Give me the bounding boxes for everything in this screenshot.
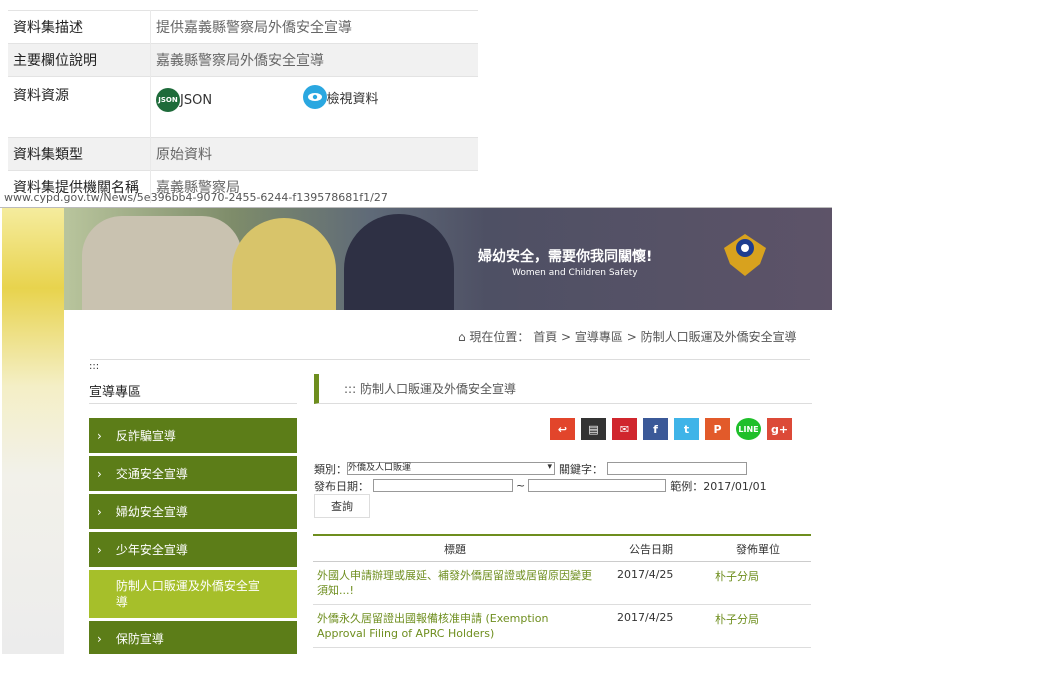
googleplus-icon[interactable]: g+ xyxy=(767,418,792,440)
plurk-icon[interactable]: P xyxy=(705,418,730,440)
news-title-link[interactable]: 外國人申請辦理或展延、補發外僑居留證或居留原因變更須知...! xyxy=(313,562,597,604)
banner-title: 婦幼安全，需要你我同關懷! xyxy=(478,249,653,265)
breadcrumb: ⌂ 現在位置： 首頁 > 宣導專區 > 防制人口販運及外僑安全宣導 xyxy=(458,330,797,344)
json-resource-link[interactable]: JSON JSON xyxy=(156,88,212,112)
meta-value: 嘉義縣警察局外僑安全宣導 xyxy=(150,43,478,77)
twitter-icon[interactable]: t xyxy=(674,418,699,440)
sidebar-item-women-children[interactable]: › 婦幼安全宣導 xyxy=(89,494,297,529)
chevron-right-icon: › xyxy=(97,631,102,646)
date-example: 範例：2017/01/01 xyxy=(670,479,767,493)
meta-value: 原始資料 xyxy=(150,137,478,171)
back-icon[interactable]: ↩ xyxy=(550,418,575,440)
site-banner: 婦幼安全，需要你我同關懷! Women and Children Safety xyxy=(64,208,832,310)
facebook-icon[interactable]: f xyxy=(643,418,668,440)
date-label: 發布日期： xyxy=(314,479,369,493)
meta-row: 資料集類型 原始資料 xyxy=(8,137,478,171)
meta-value: 提供嘉義縣警察局外僑安全宣導 xyxy=(150,10,478,44)
page-title: ::: 防制人口販運及外僑安全宣導 xyxy=(314,374,812,404)
column-header-date[interactable]: 公告日期 xyxy=(597,541,705,557)
police-emblem-icon xyxy=(724,234,766,276)
meta-row: 資料資源 JSON JSON 檢視資料 xyxy=(8,76,478,138)
news-unit: 朴子分局 xyxy=(715,613,759,626)
view-data-label: 檢視資料 xyxy=(326,91,379,107)
chevron-right-icon: › xyxy=(97,504,102,519)
dataset-meta-table: 資料集描述 提供嘉義縣警察局外僑安全宣導 主要欄位說明 嘉義縣警察局外僑安全宣導… xyxy=(8,10,478,203)
sidebar-item-label: 少年安全宣導 xyxy=(115,543,188,557)
meta-key: 主要欄位說明 xyxy=(8,43,151,77)
eye-icon xyxy=(302,85,327,109)
banner-photo-officer xyxy=(82,216,242,310)
search-button[interactable]: 查詢 xyxy=(314,494,370,518)
banner-photo-child xyxy=(232,218,336,310)
sidebar-item-label: 防制人口販運及外僑安全宣導 xyxy=(115,579,260,609)
meta-key: 資料資源 xyxy=(8,76,151,138)
chevron-right-icon: › xyxy=(97,428,102,443)
page-url: www.cypd.gov.tw/News/5e396bb4-9070-2455-… xyxy=(4,191,388,204)
keyword-input[interactable] xyxy=(607,462,747,475)
news-table: 標題 公告日期 發佈單位 外國人申請辦理或展延、補發外僑居留證或居留原因變更須知… xyxy=(313,534,811,648)
category-select[interactable]: 外僑及人口販運 xyxy=(347,462,555,475)
banner-photo-helmet xyxy=(344,214,454,310)
search-form: 類別： 外僑及人口販運 關鍵字： 發布日期： ~ 範例：2017/01/01 xyxy=(314,460,767,494)
sidebar-item-anti-fraud[interactable]: › 反詐騙宣導 xyxy=(89,418,297,453)
decorative-flower-strip xyxy=(2,208,64,654)
end-date-input[interactable] xyxy=(528,479,667,492)
line-icon[interactable]: LINE xyxy=(736,418,761,440)
meta-row: 主要欄位說明 嘉義縣警察局外僑安全宣導 xyxy=(8,43,478,77)
sidebar-item-youth[interactable]: › 少年安全宣導 xyxy=(89,532,297,567)
sidebar-item-security[interactable]: › 保防宣導 xyxy=(89,621,297,654)
news-date: 2017/4/25 xyxy=(617,568,674,581)
news-unit: 朴子分局 xyxy=(715,570,759,583)
category-label: 類別： xyxy=(314,462,347,476)
table-row: 外國人申請辦理或展延、補發外僑居留證或居留原因變更須知...! 2017/4/2… xyxy=(313,562,811,605)
chevron-right-icon: › xyxy=(97,466,102,481)
table-row: 外僑永久居留證出國報備核准申請 (Exemption Approval Fili… xyxy=(313,605,811,648)
json-label: JSON xyxy=(180,92,213,108)
sidebar-title: 宣導專區 xyxy=(89,385,142,400)
sidebar-item-label: 保防宣導 xyxy=(115,632,164,646)
column-header-unit[interactable]: 發佈單位 xyxy=(705,541,811,557)
sidebar-item-label: 交通安全宣導 xyxy=(115,467,188,481)
table-header: 標題 公告日期 發佈單位 xyxy=(313,534,811,562)
date-range-separator: ~ xyxy=(516,479,526,492)
resource-cell: JSON JSON 檢視資料 xyxy=(150,76,478,138)
column-header-title[interactable]: 標題 xyxy=(313,541,597,557)
start-date-input[interactable] xyxy=(373,479,513,492)
meta-key: 資料集類型 xyxy=(8,137,151,171)
sidebar-item-human-trafficking[interactable]: ›防制人口販運及外僑安全宣導 xyxy=(89,570,297,618)
news-title-link[interactable]: 外僑永久居留證出國報備核准申請 (Exemption Approval Fili… xyxy=(313,605,597,647)
divider xyxy=(90,359,810,360)
print-icon[interactable]: ▤ xyxy=(581,418,606,440)
mail-icon[interactable]: ✉ xyxy=(612,418,637,440)
news-date: 2017/4/25 xyxy=(617,611,674,624)
accesskey-dots[interactable]: ::: xyxy=(89,361,99,372)
sidebar-nav: ›反詐騙宣導 ›交通安全宣導 ›婦幼安全宣導 ›少年安全宣導 ›防制人口販運及外… xyxy=(89,418,297,654)
share-toolbar: ↩ ▤ ✉ f t P LINE g+ xyxy=(550,418,792,440)
banner-subtitle: Women and Children Safety xyxy=(512,268,638,278)
view-data-link[interactable]: 檢視資料 xyxy=(302,85,379,109)
meta-row: 資料集描述 提供嘉義縣警察局外僑安全宣導 xyxy=(8,10,478,44)
website-screenshot: 婦幼安全，需要你我同關懷! Women and Children Safety … xyxy=(2,208,832,654)
keyword-label: 關鍵字： xyxy=(559,462,603,476)
sidebar-item-traffic[interactable]: › 交通安全宣導 xyxy=(89,456,297,491)
json-icon: JSON xyxy=(156,88,180,112)
divider xyxy=(89,403,297,404)
sidebar-item-label: 反詐騙宣導 xyxy=(115,429,176,443)
meta-key: 資料集描述 xyxy=(8,10,151,44)
chevron-right-icon: › xyxy=(97,542,102,557)
sidebar-item-label: 婦幼安全宣導 xyxy=(115,505,188,519)
